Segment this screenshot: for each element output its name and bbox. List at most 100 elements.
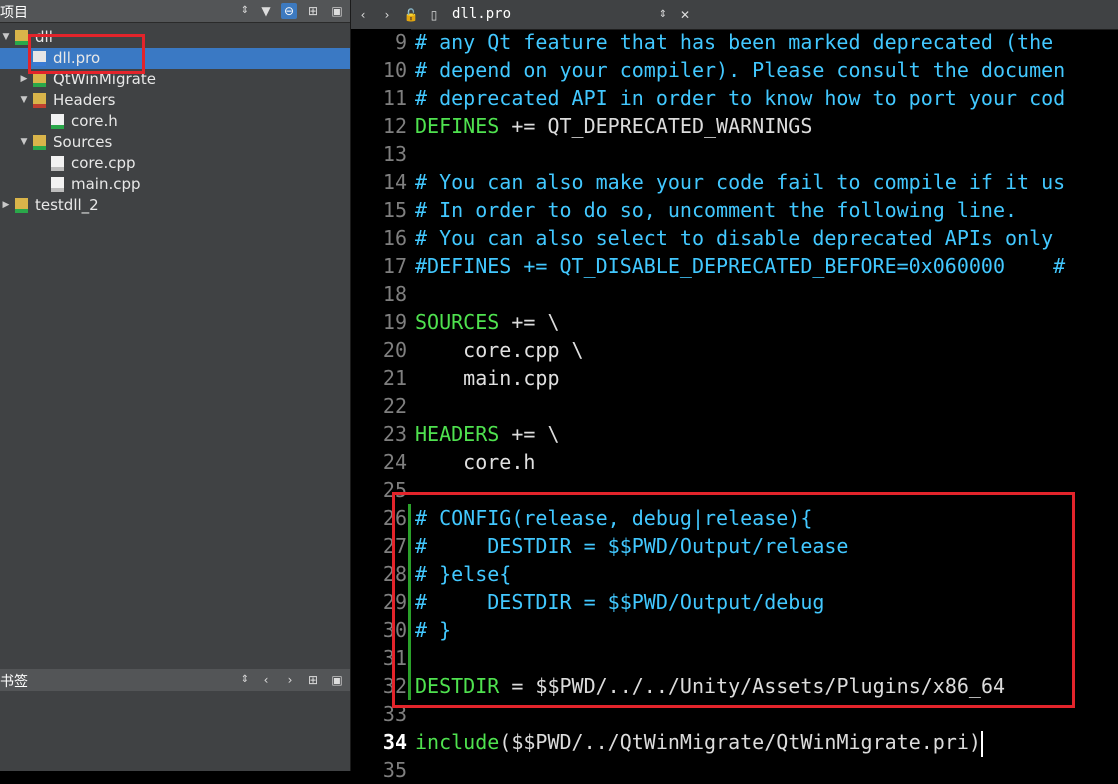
tree-item-label: Headers [53,91,116,109]
code-token: = $$PWD/../../Unity/Assets/Plugins/x86_6… [499,674,1006,698]
code-editor[interactable]: ‹ › 🔓 ▯ dll.pro ⇕ ✕ 9 10 11 12 13 14 15 16 17 18 1… [351,0,1118,782]
change-marker [408,616,411,644]
code-line[interactable]: # depend on your compiler). Please consu… [415,56,1065,84]
bookmarks-select-chevron-icon[interactable]: ⇕ [240,673,250,687]
code-line[interactable]: core.h [415,448,535,476]
line-number: 34 [382,730,407,754]
code-line[interactable]: # any Qt feature that has been marked de… [415,28,1065,56]
nav-back-icon[interactable]: ‹ [258,672,274,688]
change-marker [408,560,411,588]
code-token: SOURCES [415,310,500,334]
code-line[interactable]: # You can also make your code fail to co… [415,168,1065,196]
tree-item-label: QtWinMigrate [53,70,156,88]
forward-arrow-icon[interactable]: › [379,7,395,23]
open-file-tab[interactable]: dll.pro [452,6,511,22]
change-marker [408,504,411,532]
code-line[interactable]: SOURCES += \ [415,308,560,336]
tree-item[interactable]: ▼ dll [0,27,350,48]
code-line[interactable]: # In order to do so, uncomment the follo… [415,196,1017,224]
code-token: # }else{ [415,562,512,586]
project-pane-title: 项目 [0,5,28,21]
expanded-arrow-icon[interactable]: ▼ [19,132,29,153]
tree-item[interactable]: main.cpp [0,174,350,195]
code-token: # deprecated API in order to know how to… [415,86,1066,110]
code-token: DEFINES [415,114,500,138]
code-line[interactable]: # }else{ [415,560,511,588]
back-arrow-icon[interactable]: ‹ [355,7,371,23]
code-line[interactable]: include($$PWD/../QtWinMigrate/QtWinMigra… [415,728,983,757]
line-number: 19 [382,310,407,334]
code-token: # any Qt feature that has been marked de… [415,30,1066,54]
line-number: 23 [382,422,407,446]
code-line[interactable]: # CONFIG(release, debug|release){ [415,504,812,532]
code-line[interactable]: HEADERS += \ [415,420,560,448]
tree-item-label: main.cpp [71,175,141,193]
line-number: 28 [382,562,407,586]
tree-item[interactable]: ▼ Headers [0,90,350,111]
code-line[interactable]: # DESTDIR = $$PWD/Output/release [415,532,848,560]
collapsed-arrow-icon[interactable]: ▶ [19,69,29,90]
code-line[interactable]: # deprecated API in order to know how to… [415,84,1065,112]
code-token: ($$PWD/../QtWinMigrate/QtWinMigrate.pri) [499,730,981,754]
line-number: 27 [382,534,407,558]
collapsed-arrow-icon[interactable]: ▶ [1,195,11,216]
split-pane-icon[interactable]: ⊞ [305,3,321,19]
code-token: # You can also select to disable depreca… [415,226,1066,250]
code-token: main.cpp [415,366,560,390]
line-number: 17 [382,254,407,278]
code-token: core.h [415,450,536,474]
split-pane-icon[interactable]: ⊞ [305,672,321,688]
change-marker [408,532,411,560]
code-line[interactable]: #DEFINES += QT_DISABLE_DEPRECATED_BEFORE… [415,252,1065,280]
code-line[interactable]: # You can also select to disable depreca… [415,224,1065,252]
close-pane-icon[interactable]: ▣ [329,3,345,19]
view-select-chevron-icon[interactable]: ⇕ [240,4,250,18]
tree-item[interactable]: core.cpp [0,153,350,174]
sources-folder-icon [33,135,46,150]
code-line[interactable]: # DESTDIR = $$PWD/Output/debug [415,588,824,616]
line-number: 31 [382,646,407,670]
line-number: 22 [382,394,407,418]
tree-item-label: dll [35,28,53,46]
tree-item[interactable]: ▶ testdll_2 [0,195,350,216]
tree-item-label: Sources [53,133,113,151]
code-line[interactable]: core.cpp \ [415,336,584,364]
filter-icon[interactable]: ▼ [258,3,274,19]
code-line[interactable]: DESTDIR = $$PWD/../../Unity/Assets/Plugi… [415,672,1005,700]
line-number: 20 [382,338,407,362]
source-file-icon [51,156,64,171]
code-token: core.cpp \ [415,338,584,362]
line-number: 29 [382,590,407,614]
tree-item-label: dll.pro [53,49,101,67]
nav-forward-icon[interactable]: › [282,672,298,688]
line-number: 24 [382,450,407,474]
close-pane-icon[interactable]: ▣ [329,672,345,688]
tree-item-label: core.cpp [71,154,136,172]
code-line[interactable]: # } [415,616,451,644]
expanded-arrow-icon[interactable]: ▼ [19,90,29,111]
code-token: += QT_DEPRECATED_WARNINGS [499,114,813,138]
project-folder-icon [15,198,28,213]
tree-item[interactable]: ▼ Sources [0,132,350,153]
project-folder-icon [15,30,28,45]
link-with-editor-icon[interactable]: ⊖ [281,3,297,19]
tree-item[interactable]: ▶ QtWinMigrate [0,69,350,90]
pri-folder-icon [33,72,46,87]
lock-icon[interactable]: 🔓 [403,7,419,23]
expanded-arrow-icon[interactable]: ▼ [1,27,11,48]
change-marker [408,588,411,616]
line-number: 35 [382,758,407,782]
tree-item[interactable]: core.h [0,111,350,132]
bookmarks-list [0,691,350,771]
bookmarks-pane-header: 书签 ⇕ ‹ › ⊞ ▣ [0,669,350,692]
line-number: 15 [382,198,407,222]
file-select-chevron-icon[interactable]: ⇕ [658,8,668,22]
line-number: 33 [382,702,407,726]
tree-item[interactable]: dll.pro [0,48,350,69]
code-line[interactable]: DEFINES += QT_DEPRECATED_WARNINGS [415,112,812,140]
line-number: 30 [382,618,407,642]
bookmarks-pane-title: 书签 [0,674,28,690]
close-document-icon[interactable]: ✕ [677,7,693,23]
source-file-icon [51,177,64,192]
code-line[interactable]: main.cpp [415,364,560,392]
